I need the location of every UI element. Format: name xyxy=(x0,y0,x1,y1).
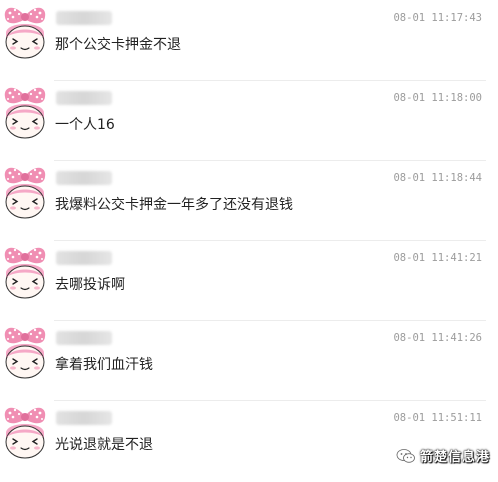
blurred-username xyxy=(56,251,112,265)
watermark: 箭楚信息港 xyxy=(396,446,490,465)
blurred-username xyxy=(56,411,112,425)
comment-text: 一个人16 xyxy=(55,117,115,133)
blurred-username xyxy=(56,91,112,105)
comment-item: 08-01 11:41:26 拿着我们血汗钱 xyxy=(0,320,498,400)
comment-divider xyxy=(54,240,486,241)
comment-timestamp: 08-01 11:41:26 xyxy=(393,332,482,344)
blurred-username xyxy=(56,331,112,345)
comment-item: 08-01 11:18:44 我爆料公交卡押金一年多了还没有退钱 xyxy=(0,160,498,240)
pink-bow-girl-avatar-icon[interactable] xyxy=(0,323,50,381)
comment-item: 08-01 11:18:00 一个人16 xyxy=(0,80,498,160)
comment-timestamp: 08-01 11:18:00 xyxy=(393,92,482,104)
blurred-username xyxy=(56,11,112,25)
comment-item: 08-01 11:17:43 那个公交卡押金不退 xyxy=(0,0,498,80)
watermark-text: 箭楚信息港 xyxy=(419,450,490,465)
blurred-username xyxy=(56,171,112,185)
comment-timestamp: 08-01 11:51:11 xyxy=(393,412,482,424)
comment-text: 拿着我们血汗钱 xyxy=(55,357,153,373)
pink-bow-girl-avatar-icon[interactable] xyxy=(0,243,50,301)
comment-divider xyxy=(54,400,486,401)
pink-bow-girl-avatar-icon[interactable] xyxy=(0,163,50,221)
comment-text: 那个公交卡押金不退 xyxy=(55,37,181,53)
pink-bow-girl-avatar-icon[interactable] xyxy=(0,403,50,461)
comment-divider xyxy=(54,320,486,321)
comment-divider xyxy=(54,160,486,161)
pink-bow-girl-avatar-icon[interactable] xyxy=(0,83,50,141)
comment-divider xyxy=(54,80,486,81)
wechat-icon xyxy=(396,448,415,463)
comment-item: 08-01 11:51:11 光说退就是不退 xyxy=(0,400,498,480)
pink-bow-girl-avatar-icon[interactable] xyxy=(0,3,50,61)
comment-text: 去哪投诉啊 xyxy=(55,277,125,293)
comment-timestamp: 08-01 11:17:43 xyxy=(393,12,482,24)
comment-feed: 08-01 11:17:43 那个公交卡押金不退 08-01 11:18:00 … xyxy=(0,0,498,482)
comment-timestamp: 08-01 11:41:21 xyxy=(393,252,482,264)
comment-item: 08-01 11:41:21 去哪投诉啊 xyxy=(0,240,498,320)
comment-timestamp: 08-01 11:18:44 xyxy=(393,172,482,184)
comment-text: 我爆料公交卡押金一年多了还没有退钱 xyxy=(55,197,293,213)
comment-text: 光说退就是不退 xyxy=(55,437,153,453)
